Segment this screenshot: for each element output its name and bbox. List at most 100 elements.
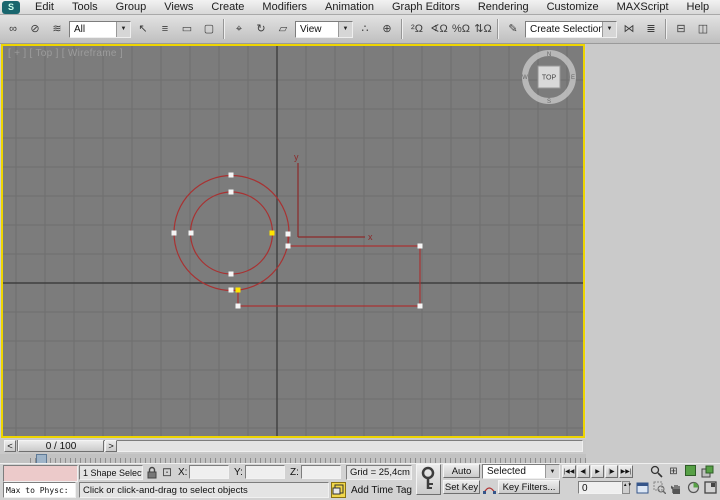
zoom-extents-icon[interactable] xyxy=(683,465,698,479)
default-in-out-tangent-icon[interactable] xyxy=(483,482,496,495)
selection-status: 1 Shape Selected xyxy=(79,465,143,480)
menu-edit[interactable]: Edit xyxy=(26,1,63,13)
set-key-button[interactable]: Set Key xyxy=(443,480,480,494)
vertex-handle xyxy=(172,231,177,236)
go-to-start-button[interactable]: |◀◀ xyxy=(562,465,576,478)
named-selection-sets-dropdown[interactable]: Create Selection Se ▼ xyxy=(525,21,617,38)
frame-spinner[interactable]: ▲▼ xyxy=(622,481,630,494)
status-bar: Max to Physc: 1 Shape Selected ⊡ X: Y: Z… xyxy=(0,463,720,500)
time-slider-handle[interactable]: 0 / 100 xyxy=(18,440,104,452)
zoom-region-icon[interactable] xyxy=(652,481,667,495)
spline-circle xyxy=(191,192,273,274)
current-frame-field[interactable]: 0 xyxy=(578,481,622,494)
viewport-nav-row1: ⊞ xyxy=(649,465,715,479)
spinner-snap-toggle-icon[interactable]: ⇅Ω xyxy=(473,19,493,39)
select-and-link-icon[interactable]: ∞ xyxy=(3,19,23,39)
track-bar[interactable] xyxy=(0,454,586,463)
main-toolbar: ∞ ⊘ ≋ All ▼ ↖ ≡ ▭ ▢ ⌖ ↻ ▱ View ▼ ∴ ⊕ ²Ω … xyxy=(0,15,720,44)
set-keys-button[interactable] xyxy=(416,464,441,495)
edit-named-selection-sets-icon[interactable]: ✎ xyxy=(503,19,523,39)
auto-key-button[interactable]: Auto Key xyxy=(443,464,480,478)
menu-tools[interactable]: Tools xyxy=(63,1,107,13)
toolbar-separator xyxy=(497,19,499,39)
window-crossing-toggle-icon[interactable]: ▢ xyxy=(199,19,219,39)
z-coord-field[interactable] xyxy=(301,465,341,479)
pan-hand-icon[interactable] xyxy=(669,481,684,495)
absolute-mode-transform-icon[interactable]: ⊡ xyxy=(162,465,172,479)
menu-bar: Edit Tools Group Views Create Modifiers … xyxy=(0,0,720,15)
viewport-label[interactable]: [ + ] [ Top ] [ Wireframe ] xyxy=(8,48,123,59)
material-editor-icon[interactable]: ◍ xyxy=(715,19,720,39)
unlink-selection-icon[interactable]: ⊘ xyxy=(25,19,45,39)
menu-create[interactable]: Create xyxy=(202,1,253,13)
menu-animation[interactable]: Animation xyxy=(316,1,383,13)
previous-frame-button[interactable]: ◀| xyxy=(577,465,590,478)
zoom-all-icon[interactable]: ⊞ xyxy=(666,465,681,479)
go-to-end-button[interactable]: ▶▶| xyxy=(619,465,633,478)
snap-toggle-2d-icon[interactable]: ²Ω xyxy=(407,19,427,39)
viewcube-label-top: TOP xyxy=(542,75,557,82)
vertex-handle xyxy=(189,231,194,236)
toolbar-separator xyxy=(223,19,225,39)
y-coord-label: Y: xyxy=(234,467,243,478)
prompt-line: Click or click-and-drag to select object… xyxy=(79,482,329,498)
reference-coordinate-system-dropdown[interactable]: View ▼ xyxy=(295,21,353,38)
viewport-top-wireframe[interactable]: yxTOPNSEW [ + ] [ Top ] [ Wireframe ] xyxy=(3,46,583,436)
menu-group[interactable]: Group xyxy=(107,1,156,13)
y-coord-field[interactable] xyxy=(245,465,285,479)
select-by-name-icon[interactable]: ≡ xyxy=(155,19,175,39)
x-coord-field[interactable] xyxy=(189,465,229,479)
mirror-icon[interactable]: ⋈ xyxy=(619,19,639,39)
selection-lock-icon[interactable] xyxy=(146,466,158,479)
layer-manager-icon[interactable]: ⊟ xyxy=(671,19,691,39)
select-object-icon[interactable]: ↖ xyxy=(133,19,153,39)
vertex-handle xyxy=(236,304,241,309)
selection-set-keying-dropdown[interactable]: Selected▼ xyxy=(482,464,560,479)
next-frame-button[interactable]: |▶ xyxy=(605,465,618,478)
menu-customize[interactable]: Customize xyxy=(538,1,608,13)
graph-editors-icon[interactable]: ◫ xyxy=(693,19,713,39)
vertex-handle xyxy=(229,173,234,178)
menu-rendering[interactable]: Rendering xyxy=(469,1,538,13)
viewcube-label-w: W xyxy=(522,75,528,81)
vertex-handle xyxy=(229,288,234,293)
selection-region-window-icon[interactable] xyxy=(331,482,346,498)
time-next-frame-button[interactable]: > xyxy=(105,440,117,452)
play-button[interactable]: ▶ xyxy=(591,465,604,478)
time-configuration-icon[interactable] xyxy=(636,482,649,494)
maxscript-mini-listener[interactable]: Max to Physc: xyxy=(3,482,76,498)
maxscript-mini-listener-pink[interactable] xyxy=(3,465,78,482)
zoom-extents-all-icon[interactable] xyxy=(700,465,715,479)
orbit-icon[interactable] xyxy=(686,481,701,495)
vertex-handle xyxy=(229,272,234,277)
menu-views[interactable]: Views xyxy=(155,1,202,13)
viewport-canvas[interactable]: yxTOPNSEW xyxy=(3,46,583,436)
select-and-move-icon[interactable]: ⌖ xyxy=(229,19,249,39)
viewport-nav-row2 xyxy=(652,481,718,495)
menu-maxscript[interactable]: MAXScript xyxy=(608,1,678,13)
angle-snap-toggle-icon[interactable]: ∢Ω xyxy=(429,19,449,39)
percent-snap-toggle-icon[interactable]: %Ω xyxy=(451,19,471,39)
align-icon[interactable]: ≣ xyxy=(641,19,661,39)
rectangular-selection-region-icon[interactable]: ▭ xyxy=(177,19,197,39)
menu-help[interactable]: Help xyxy=(678,1,719,13)
vertex-handle xyxy=(286,232,291,237)
maximize-viewport-toggle-icon[interactable] xyxy=(703,481,718,495)
vertex-handle xyxy=(286,244,291,249)
selection-filter-dropdown[interactable]: All ▼ xyxy=(69,21,131,38)
app-logo-icon[interactable]: S xyxy=(2,1,20,14)
active-viewport[interactable]: yxTOPNSEW [ + ] [ Top ] [ Wireframe ] xyxy=(1,44,585,438)
bind-to-space-warp-icon[interactable]: ≋ xyxy=(47,19,67,39)
key-filters-button[interactable]: Key Filters... xyxy=(498,480,560,494)
select-and-manipulate-icon[interactable]: ⊕ xyxy=(377,19,397,39)
select-and-scale-icon[interactable]: ▱ xyxy=(273,19,293,39)
time-prev-frame-button[interactable]: < xyxy=(4,440,16,452)
command-panel: ☼ ∫ ⊞ ◎ ▣ ⚒ Rectangle001 Modifier List ▼… xyxy=(586,44,720,463)
zoom-icon[interactable] xyxy=(649,465,664,479)
dropdown-arrow-icon: ▼ xyxy=(338,22,352,37)
select-and-rotate-icon[interactable]: ↻ xyxy=(251,19,271,39)
menu-graph-editors[interactable]: Graph Editors xyxy=(383,1,469,13)
menu-modifiers[interactable]: Modifiers xyxy=(253,1,316,13)
add-time-tag[interactable]: Add Time Tag xyxy=(351,485,412,496)
use-pivot-point-center-icon[interactable]: ∴ xyxy=(355,19,375,39)
